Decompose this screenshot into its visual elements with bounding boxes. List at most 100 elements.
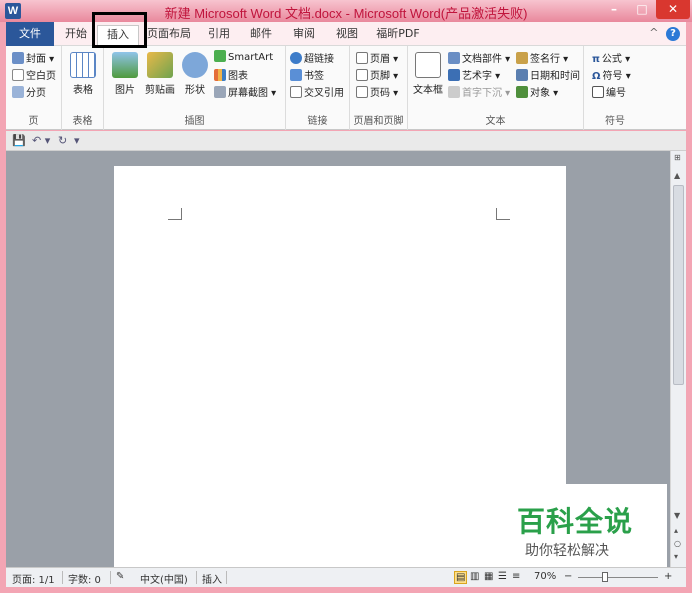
signature-line-icon xyxy=(516,52,528,64)
ribbon-minimize-icon[interactable]: ^ xyxy=(649,26,658,39)
tab-file[interactable]: 文件 xyxy=(6,22,54,46)
margin-corner-top-left xyxy=(168,208,182,220)
browse-object-icon[interactable]: ○ xyxy=(674,539,681,548)
quick-access-toolbar: 💾 ↶ ▾ ↻ ▾ xyxy=(6,131,686,151)
help-icon[interactable]: ? xyxy=(666,27,680,41)
watermark-subtitle: 助你轻松解决 xyxy=(525,543,609,559)
cover-page-button[interactable]: 封面 ▾ xyxy=(12,50,54,65)
spellcheck-icon[interactable]: ✎ xyxy=(116,571,124,582)
minimize-button[interactable]: – xyxy=(600,0,628,19)
scrollbar-thumb[interactable] xyxy=(673,185,684,385)
smartart-button[interactable]: SmartArt xyxy=(214,50,273,63)
table-button[interactable]: 表格 xyxy=(68,52,98,96)
clipart-icon xyxy=(147,52,173,78)
word-count-status[interactable]: 字数: 0 xyxy=(68,571,101,586)
wordart-icon xyxy=(448,69,460,81)
object-button[interactable]: 对象 ▾ xyxy=(516,84,558,99)
ribbon: 封面 ▾ 空白页 分页 页 表格 表格 图片 剪贴画 形状 SmartArt 图… xyxy=(6,46,686,130)
status-bar: 页面: 1/1 字数: 0 ✎ 中文(中国) 插入 ▤ ▥ ▦ ☰ ≡ 70% … xyxy=(6,567,686,587)
omega-icon: Ω xyxy=(592,71,601,82)
header-icon xyxy=(356,52,368,64)
textbox-button[interactable]: 文本框 xyxy=(412,52,444,96)
blank-page-button[interactable]: 空白页 xyxy=(12,67,56,82)
document-page[interactable] xyxy=(114,166,566,586)
cover-page-icon xyxy=(12,52,24,64)
screenshot-button[interactable]: 屏幕截图 ▾ xyxy=(214,84,276,99)
hyperlink-button[interactable]: 超链接 xyxy=(290,50,334,65)
page-break-icon xyxy=(12,86,24,98)
chart-button[interactable]: 图表 xyxy=(214,67,248,82)
wordart-button[interactable]: 艺术字 ▾ xyxy=(448,67,500,82)
tab-review[interactable]: 审阅 xyxy=(287,25,321,45)
header-button[interactable]: 页眉 ▾ xyxy=(356,50,398,65)
group-label-header-footer: 页眉和页脚 xyxy=(353,116,404,127)
picture-button[interactable]: 图片 xyxy=(110,52,140,96)
tab-page-layout[interactable]: 页面布局 xyxy=(143,25,195,45)
draft-view-icon[interactable]: ≡ xyxy=(512,571,520,582)
save-icon[interactable]: 💾 xyxy=(12,134,26,147)
zoom-level[interactable]: 70% xyxy=(534,571,556,582)
clipart-button[interactable]: 剪贴画 xyxy=(142,52,178,96)
date-time-button[interactable]: 日期和时间 xyxy=(516,67,580,82)
ruler-toggle-icon[interactable]: ⊞ xyxy=(674,153,681,162)
redo-icon[interactable]: ↻ xyxy=(58,134,67,147)
page-number-button[interactable]: 页码 ▾ xyxy=(356,84,398,99)
status-divider xyxy=(196,571,197,584)
shapes-button[interactable]: 形状 xyxy=(180,52,210,96)
tab-references[interactable]: 引用 xyxy=(202,25,236,45)
insert-mode-status[interactable]: 插入 xyxy=(202,571,222,586)
group-pages: 封面 ▾ 空白页 分页 页 xyxy=(6,46,62,130)
zoom-out-icon[interactable]: − xyxy=(564,571,572,582)
quick-parts-button[interactable]: 文档部件 ▾ xyxy=(448,50,510,65)
print-layout-icon[interactable]: ▤ xyxy=(454,571,468,584)
bookmark-button[interactable]: 书签 xyxy=(290,67,324,82)
next-page-icon[interactable]: ▾ xyxy=(674,552,678,561)
tab-home[interactable]: 开始 xyxy=(58,25,94,45)
customize-qat-icon[interactable]: ▾ xyxy=(74,134,80,147)
footer-icon xyxy=(356,69,368,81)
status-divider xyxy=(226,571,227,584)
outline-view-icon[interactable]: ☰ xyxy=(498,571,507,582)
prev-page-icon[interactable]: ▴ xyxy=(674,526,678,535)
group-table: 表格 表格 xyxy=(62,46,104,130)
tab-foxit-pdf[interactable]: 福昕PDF xyxy=(372,25,424,45)
window-title: 新建 Microsoft Word 文档.docx - Microsoft Wo… xyxy=(164,6,528,21)
group-label-symbols: 符号 xyxy=(605,116,625,127)
drop-cap-button[interactable]: 首字下沉 ▾ xyxy=(448,84,510,99)
scroll-up-icon[interactable]: ▲ xyxy=(674,171,680,180)
symbol-button[interactable]: Ω 符号 ▾ xyxy=(592,67,631,82)
group-text: 文本框 文档部件 ▾ 艺术字 ▾ 首字下沉 ▾ 签名行 ▾ 日期和时间 对象 ▾… xyxy=(408,46,584,130)
footer-button[interactable]: 页脚 ▾ xyxy=(356,67,398,82)
tab-insert[interactable]: 插入 xyxy=(97,25,139,46)
group-symbols: π 公式 ▾ Ω 符号 ▾ 编号 符号 xyxy=(584,46,646,130)
zoom-slider-knob[interactable] xyxy=(602,572,608,582)
vertical-scrollbar[interactable]: ⊞ ▲ ▼ ▴ ○ ▾ xyxy=(670,151,686,567)
close-button[interactable]: ✕ xyxy=(656,0,690,19)
zoom-in-icon[interactable]: + xyxy=(664,571,672,582)
scroll-down-icon[interactable]: ▼ xyxy=(674,511,680,520)
blank-page-icon xyxy=(12,69,24,81)
web-layout-icon[interactable]: ▦ xyxy=(484,571,493,582)
word-window: W 新建 Microsoft Word 文档.docx - Microsoft … xyxy=(0,0,692,593)
chart-icon xyxy=(214,69,226,81)
zoom-slider[interactable] xyxy=(578,577,658,578)
drop-cap-icon xyxy=(448,86,460,98)
page-break-button[interactable]: 分页 xyxy=(12,84,46,99)
cross-reference-button[interactable]: 交叉引用 xyxy=(290,84,344,99)
page-count-status[interactable]: 页面: 1/1 xyxy=(12,571,55,586)
group-label-table: 表格 xyxy=(72,116,93,127)
smartart-icon xyxy=(214,50,226,62)
tab-mailings[interactable]: 邮件 xyxy=(244,25,278,45)
numbering-button[interactable]: 编号 xyxy=(592,84,626,99)
tab-view[interactable]: 视图 xyxy=(330,25,364,45)
bookmark-icon xyxy=(290,69,302,81)
undo-icon[interactable]: ↶ ▾ xyxy=(32,134,50,147)
full-screen-reading-icon[interactable]: ▥ xyxy=(470,571,479,582)
help-area: ^ ? xyxy=(649,26,680,41)
object-icon xyxy=(516,86,528,98)
watermark-title: 百科全说 xyxy=(517,505,634,538)
maximize-button[interactable]: □ xyxy=(628,0,656,19)
signature-line-button[interactable]: 签名行 ▾ xyxy=(516,50,568,65)
equation-button[interactable]: π 公式 ▾ xyxy=(592,50,630,65)
language-status[interactable]: 中文(中国) xyxy=(140,571,188,586)
